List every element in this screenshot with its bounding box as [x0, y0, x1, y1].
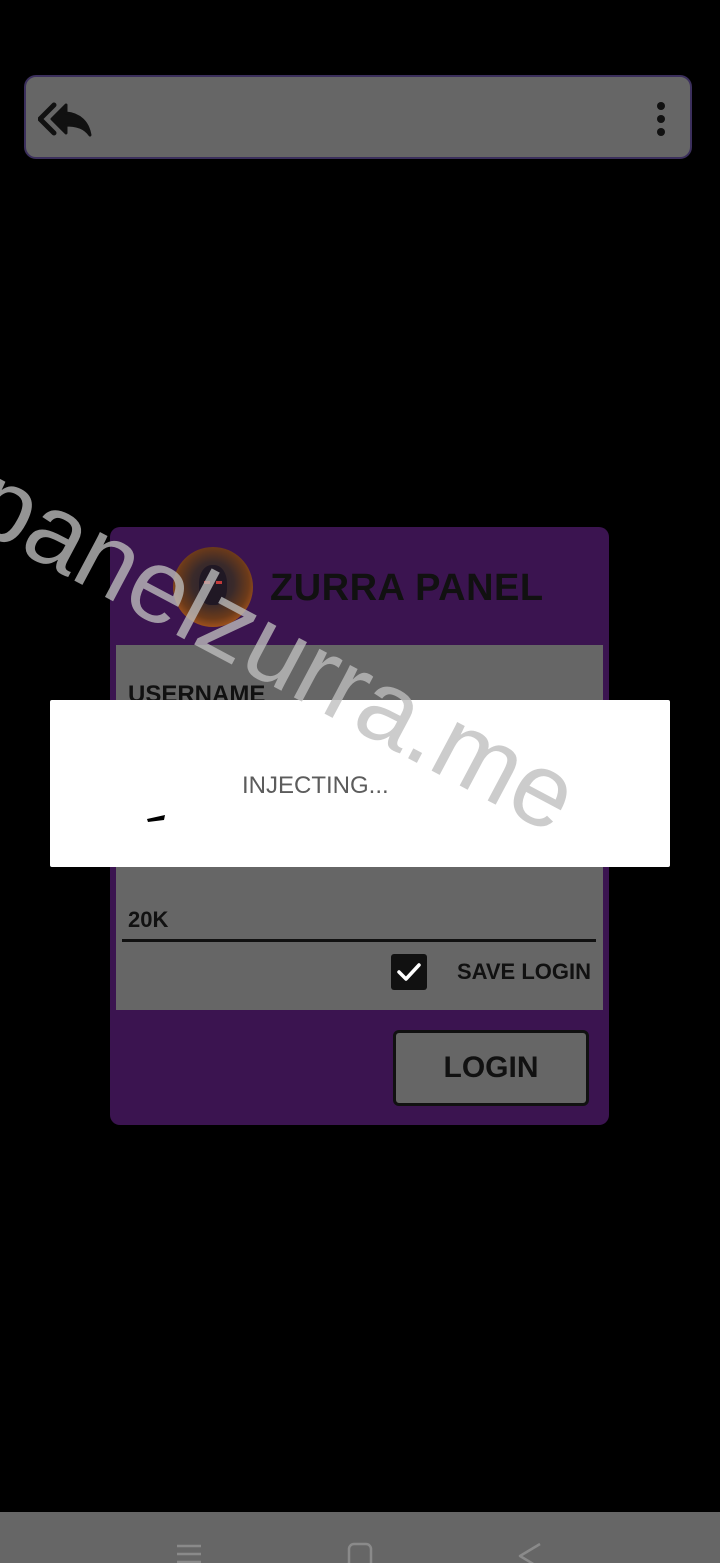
avatar-eye — [204, 581, 210, 584]
more-vertical-icon[interactable] — [654, 101, 668, 137]
key-input[interactable]: 20K — [122, 899, 596, 942]
system-nav-bar — [0, 1512, 720, 1563]
double-reply-arrow-icon[interactable] — [37, 99, 94, 139]
avatar — [173, 547, 253, 627]
menu-icon[interactable] — [174, 1540, 204, 1563]
screen: ZURRA PANEL USERNAME 20K SAVE LOGIN LOGI… — [0, 0, 720, 1563]
avatar-eye — [216, 581, 222, 584]
home-square-icon[interactable] — [345, 1540, 375, 1563]
login-button[interactable]: LOGIN — [393, 1030, 589, 1106]
back-triangle-icon[interactable] — [515, 1540, 545, 1563]
checkmark-icon — [397, 963, 421, 981]
progress-dialog: INJECTING... — [50, 700, 670, 867]
spinner-icon — [146, 810, 166, 822]
card-title: ZURRA PANEL — [270, 567, 544, 609]
key-input-value: 20K — [128, 907, 169, 932]
dialog-message: INJECTING... — [242, 772, 389, 799]
card-header: ZURRA PANEL — [110, 527, 609, 643]
top-app-bar — [24, 75, 692, 159]
save-login-label: SAVE LOGIN — [456, 959, 591, 984]
save-login-row[interactable]: SAVE LOGIN — [390, 953, 591, 991]
save-login-checkbox[interactable] — [390, 954, 427, 990]
avatar-figure — [199, 565, 227, 605]
